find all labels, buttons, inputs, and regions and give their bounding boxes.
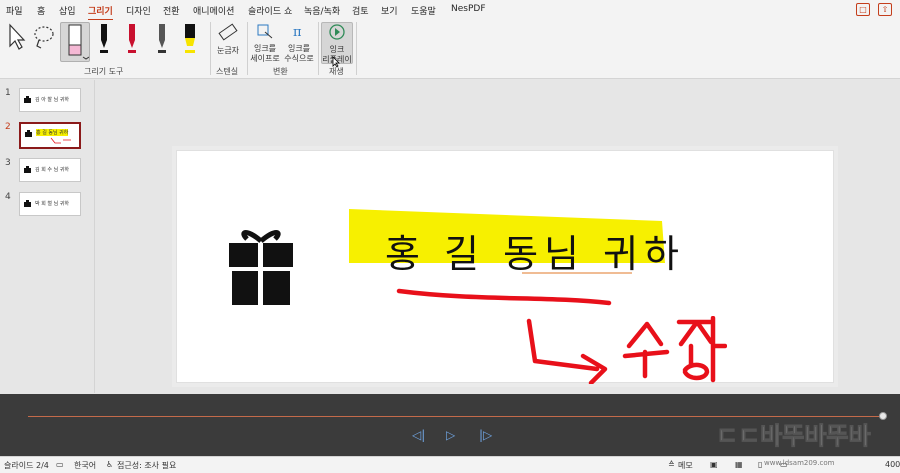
tab-record[interactable]: 녹음/녹화 <box>304 4 340 17</box>
thumbnail-text: 김 희 수 님 귀하 <box>35 167 69 173</box>
zoom-level[interactable]: 400% <box>885 460 900 469</box>
ruler-button[interactable]: 눈금자 <box>215 22 241 56</box>
ruler-label: 눈금자 <box>216 46 240 55</box>
watermark-url: www.ldsam209.com <box>764 459 835 467</box>
tab-animations[interactable]: 애니메이션 <box>193 4 234 17</box>
ink-to-math-label-1: 잉크를 <box>287 44 311 53</box>
ink-handwriting <box>622 316 727 383</box>
lasso-icon[interactable] <box>32 22 56 52</box>
thumbnail-ink <box>50 137 71 144</box>
play-icon[interactable]: ▷ <box>446 428 455 442</box>
slide-thumbnail-1[interactable]: 김 아 찰 님 귀하 <box>19 88 81 112</box>
language-indicator[interactable]: 한국어 <box>74 460 96 471</box>
thumbnail-text: 박 희 철 님 귀하 <box>35 201 69 207</box>
ribbon-tabs: 파일 홈 삽입 그리기 디자인 전환 애니메이션 슬라이드 쇼 녹음/녹화 검토… <box>0 0 900 21</box>
ink-replay-label-1: 잉크 <box>329 45 345 54</box>
ink-to-shape-label-1: 잉크를 <box>253 44 277 53</box>
normal-view-icon[interactable]: ▣ <box>710 460 718 469</box>
group-divider <box>210 22 211 75</box>
tab-nespdf[interactable]: NesPDF <box>451 4 486 14</box>
tab-review[interactable]: 검토 <box>352 4 369 17</box>
red-pen-icon[interactable] <box>124 22 140 54</box>
tab-transitions[interactable]: 전환 <box>163 4 180 17</box>
select-icon[interactable] <box>6 22 26 52</box>
step-forward-icon[interactable]: |▷ <box>479 428 492 442</box>
slide-thumbnail-4[interactable]: 박 희 철 님 귀하 <box>19 192 81 216</box>
group-label-replay: 재생 <box>329 67 344 76</box>
ink-to-shape-label-2: 세이프로 <box>250 54 280 63</box>
group-divider <box>247 22 248 75</box>
gift-icon <box>25 130 32 137</box>
slide-counter[interactable]: 슬라이드 2/4 <box>4 460 49 471</box>
highlighter-icon[interactable] <box>181 22 199 54</box>
tab-slideshow[interactable]: 슬라이드 쇼 <box>248 4 292 17</box>
step-back-icon[interactable]: ◁| <box>412 428 425 442</box>
tab-insert[interactable]: 삽입 <box>59 4 76 17</box>
tab-design[interactable]: 디자인 <box>126 4 151 17</box>
ink-to-shape-icon <box>257 24 273 39</box>
group-divider <box>356 22 357 75</box>
status-bar: 슬라이드 2/4 ▭ 한국어 ♿ 접근성: 조사 필요 ≙ 메모 ▣ ▦ ▯ ▭… <box>0 456 900 473</box>
thumbnail-text: 김 아 찰 님 귀하 <box>35 97 69 103</box>
watermark-logo: ㄷㄷ바뚜바뚜바 <box>716 422 872 451</box>
svg-text:π: π <box>293 25 302 40</box>
slide-title-text[interactable]: 홍 길 동님 귀하 <box>385 223 685 278</box>
eraser-tool[interactable] <box>60 22 90 62</box>
notes-icon[interactable]: ≙ <box>668 460 675 469</box>
accessibility-status[interactable]: 접근성: 조사 필요 <box>117 460 176 471</box>
group-label-convert: 변환 <box>273 67 288 76</box>
slide-thumbnail-3[interactable]: 김 희 수 님 귀하 <box>19 158 81 182</box>
slide-canvas[interactable]: 홍 길 동님 귀하 수정 <box>176 150 834 384</box>
tab-home[interactable]: 홈 <box>37 4 45 17</box>
group-label-drawing-tools: 그리기 도구 <box>84 67 124 76</box>
black-pen-icon[interactable] <box>96 22 112 54</box>
pencil-icon[interactable] <box>154 22 170 54</box>
svg-text:ㄷㄷ바뚜바뚜바: ㄷㄷ바뚜바뚜바 <box>716 422 871 450</box>
gift-icon <box>229 230 293 305</box>
ink-to-math-button[interactable]: π 잉크를 수식으로 <box>284 22 314 64</box>
group-divider <box>318 22 319 75</box>
ink-underline <box>396 288 612 306</box>
notes-button[interactable]: 메모 <box>678 460 693 471</box>
tab-draw[interactable]: 그리기 <box>88 4 113 21</box>
ink-to-shape-button[interactable]: 잉크를 세이프로 <box>250 22 280 64</box>
slide-number: 3 <box>5 158 11 168</box>
ink-to-math-label-2: 수식으로 <box>284 54 314 63</box>
gift-icon <box>24 200 31 207</box>
ink-arrow <box>526 318 608 384</box>
slide-number: 2 <box>5 122 11 132</box>
slide-number: 4 <box>5 192 11 202</box>
spellcheck-icon[interactable]: ▭ <box>56 460 64 469</box>
ink-replay-icon <box>329 24 345 40</box>
reading-view-icon[interactable]: ▯ <box>758 460 762 469</box>
gift-icon <box>24 96 31 103</box>
eraser-icon <box>68 24 90 60</box>
slide-sorter-icon[interactable]: ▦ <box>735 460 743 469</box>
slide-thumbnail-2[interactable]: 홍 길 동님 귀하 <box>19 122 81 149</box>
share-icon[interactable]: ⇧ <box>878 3 892 16</box>
tab-file[interactable]: 파일 <box>6 4 23 17</box>
tab-view[interactable]: 보기 <box>381 4 398 17</box>
slide-number: 1 <box>5 88 11 98</box>
group-label-stencils: 스텐실 <box>216 67 239 76</box>
accessibility-icon[interactable]: ♿ <box>106 460 113 469</box>
tab-help[interactable]: 도움말 <box>411 4 436 17</box>
slides-pane: 1 김 아 찰 님 귀하 2 홍 길 동님 귀하 3 김 희 수 님 귀하 4 … <box>0 80 95 393</box>
ruler-icon <box>218 23 238 41</box>
gift-icon <box>24 166 31 173</box>
ink-to-math-icon: π <box>293 25 302 40</box>
comments-icon[interactable]: □ <box>856 3 870 16</box>
ribbon: 그리기 도구 눈금자 스텐실 잉크를 세이프로 π 잉크를 수식으로 변환 잉크… <box>0 20 900 79</box>
thumbnail-text: 홍 길 동님 귀하 <box>36 129 69 136</box>
